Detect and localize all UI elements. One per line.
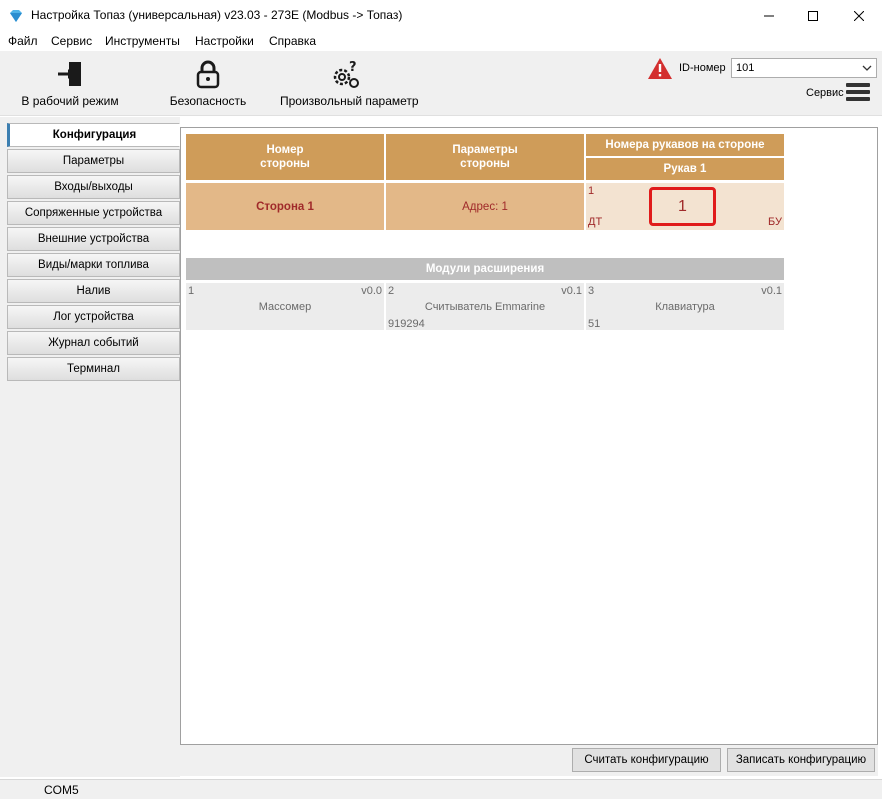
svg-text:?: ? (349, 60, 357, 75)
com-port-status: COM5 (44, 783, 79, 797)
modules-header: Модули расширения (186, 258, 784, 280)
menu-service[interactable]: Сервис (51, 34, 92, 48)
hose-fuel-type: ДТ (588, 216, 603, 228)
hose-1-cell[interactable]: 1 ДТ БУ 1 (586, 183, 784, 230)
module-name: Массомер (258, 301, 312, 313)
read-config-label: Считать конфигурацию (584, 754, 709, 766)
sidebar-item-label: Конфигурация (52, 129, 137, 141)
modules-title: Модули расширения (425, 263, 545, 275)
module-version: v0.1 (561, 285, 582, 297)
header-hoses-text: Номера рукавов на стороне (605, 139, 765, 151)
header-side-params: Параметры стороны (386, 134, 584, 180)
module-number: 2 (388, 285, 395, 297)
work-mode-button[interactable]: В рабочий режим (18, 51, 122, 113)
diamond-icon (10, 10, 22, 22)
menu-tools[interactable]: Инструменты (105, 34, 180, 48)
sidebar-item-configuration[interactable]: Конфигурация (7, 123, 180, 147)
sidebar-item-label: Журнал событий (48, 337, 139, 349)
sidebar-item-terminal[interactable]: Терминал (7, 357, 180, 381)
menu-help[interactable]: Справка (269, 34, 316, 48)
custom-param-label: Произвольный параметр (280, 94, 419, 108)
module-card[interactable]: 1 v0.0 Массомер (186, 283, 384, 330)
sidebar-item-external-devices[interactable]: Внешние устройства (7, 227, 180, 251)
service-label: Сервис (806, 87, 844, 99)
id-number-select[interactable]: 101 (731, 58, 877, 78)
close-icon (854, 10, 864, 21)
module-card[interactable]: 2 v0.1 Считыватель Emmarine 919294 (386, 283, 584, 330)
close-button[interactable] (836, 0, 882, 31)
sidebar-item-filling[interactable]: Налив (7, 279, 180, 303)
sidebar-item-io[interactable]: Входы/выходы (7, 175, 180, 199)
maximize-button[interactable] (790, 0, 836, 31)
sidebar-item-paired-devices[interactable]: Сопряженные устройства (7, 201, 180, 225)
module-serial: 51 (588, 318, 601, 330)
configuration-panel: Номер стороны Параметры стороны Номера р… (180, 127, 878, 745)
module-card[interactable]: 3 v0.1 Клавиатура 51 (586, 283, 784, 330)
sidebar-item-label: Налив (76, 285, 111, 297)
header-side-params-text: Параметры стороны (452, 144, 518, 170)
sidebar-item-label: Лог устройства (53, 311, 134, 323)
module-name: Считыватель Emmarine (424, 301, 546, 313)
minimize-icon (764, 15, 774, 16)
module-serial: 919294 (388, 318, 425, 330)
sidebar-item-label: Параметры (62, 155, 125, 167)
sidebar: Конфигурация Параметры Входы/выходы Сопр… (0, 117, 180, 777)
sidebar-item-fuel-types[interactable]: Виды/марки топлива (7, 253, 180, 277)
write-config-label: Записать конфигурацию (735, 754, 867, 766)
menu-file[interactable]: Файл (8, 34, 38, 48)
header-side-number: Номер стороны (186, 134, 384, 180)
status-bar: COM5 (0, 779, 882, 799)
custom-param-button[interactable]: ? Произвольный параметр (280, 51, 419, 113)
header-hose-1: Рукав 1 (586, 158, 784, 180)
side-name: Сторона 1 (256, 200, 314, 213)
padlock-icon (196, 60, 220, 89)
minimize-button[interactable] (746, 0, 792, 31)
hose-unit-type: БУ (768, 216, 782, 228)
side-address: Адрес: 1 (462, 200, 508, 213)
menu-bar: Файл Сервис Инструменты Настройки Справк… (0, 31, 882, 51)
exit-door-icon (58, 62, 81, 86)
menu-settings[interactable]: Настройки (195, 34, 254, 48)
sidebar-item-label: Сопряженные устройства (24, 207, 163, 219)
hamburger-menu-icon[interactable] (846, 83, 870, 101)
hose-top-number: 1 (588, 185, 595, 197)
sidebar-item-label: Входы/выходы (54, 181, 133, 193)
header-side-number-text: Номер стороны (260, 144, 310, 170)
sidebar-item-label: Терминал (67, 363, 120, 375)
hose-number: 1 (678, 197, 687, 215)
hose-number-highlight[interactable]: 1 (649, 187, 716, 226)
module-name: Клавиатура (655, 301, 715, 313)
work-mode-label: В рабочий режим (21, 94, 119, 108)
gears-question-icon: ? (333, 60, 359, 88)
sidebar-item-parameters[interactable]: Параметры (7, 149, 180, 173)
side-address-cell[interactable]: Адрес: 1 (386, 183, 584, 230)
sidebar-item-event-journal[interactable]: Журнал событий (7, 331, 180, 355)
security-button[interactable]: Безопасность (160, 51, 256, 113)
window-title: Настройка Топаз (универсальная) v23.03 -… (31, 8, 403, 22)
module-version: v0.1 (761, 285, 782, 297)
module-version: v0.0 (361, 285, 382, 297)
maximize-icon (808, 10, 818, 21)
module-number: 3 (588, 285, 595, 297)
header-hoses: Номера рукавов на стороне (586, 134, 784, 156)
read-config-button[interactable]: Считать конфигурацию (572, 748, 721, 772)
module-number: 1 (188, 285, 195, 297)
id-number-label: ID-номер (679, 62, 726, 74)
title-bar: Настройка Топаз (универсальная) v23.03 -… (0, 0, 882, 31)
security-label: Безопасность (169, 94, 247, 108)
write-config-button[interactable]: Записать конфигурацию (727, 748, 875, 772)
sidebar-item-label: Виды/марки топлива (38, 259, 149, 271)
warning-icon (648, 58, 672, 79)
id-number-value: 101 (736, 62, 755, 74)
header-hose-1-text: Рукав 1 (663, 163, 707, 175)
bottom-action-bar: Считать конфигурацию Записать конфигурац… (180, 745, 878, 776)
sidebar-item-device-log[interactable]: Лог устройства (7, 305, 180, 329)
side-1-cell[interactable]: Сторона 1 (186, 183, 384, 230)
toolbar: В рабочий режим Безопасность ? Произволь… (0, 51, 882, 116)
sidebar-item-label: Внешние устройства (37, 233, 150, 245)
chevron-down-icon (862, 65, 872, 71)
